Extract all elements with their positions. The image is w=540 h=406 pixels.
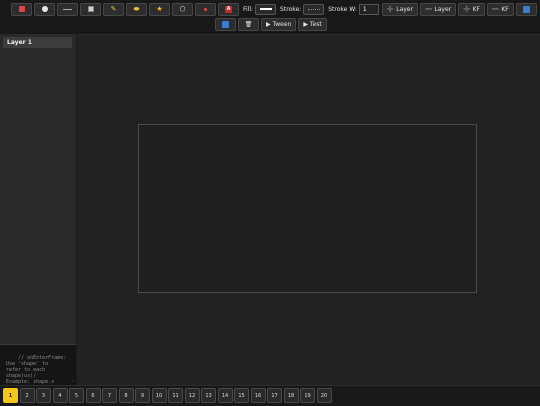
star-tool-button[interactable]: ★ [149,2,170,16]
timeline-frame[interactable]: 6 [85,388,101,403]
hexagon-icon: ⬡ [179,5,186,13]
timeline-frame[interactable]: 18 [283,388,299,403]
remove-layer-label: Layer [434,5,452,13]
fill-label: Fill: [243,5,254,13]
eraser-icon: ⬬ [133,4,140,13]
eraser-tool-button[interactable]: ⬬ [126,2,147,16]
square-icon [87,6,94,12]
script-text: // onEnterFrame: Use 'shape' to refer to… [6,355,67,385]
timeline: 1 2 3 4 5 6 7 8 9 10 11 12 13 14 15 16 17 18 19 20 [0,385,540,406]
canvas-area [77,34,540,385]
timeline-frame[interactable]: 5 [69,388,84,403]
toolbar-row-tools: ✎ ⬬ ★ ⬡ A Fill: Stroke: Stroke W: 1 ➕ La… [11,2,539,16]
timeline-frame[interactable]: 13 [201,388,216,403]
frame-list: 1 2 3 4 5 6 7 8 9 10 11 12 13 14 15 16 17 18 19 20 [3,388,333,403]
star-icon: ★ [156,5,163,13]
tween-label: Tween [272,20,292,28]
layers-panel: Layer 1 // onEnterFrame: Use 'shape' to … [0,34,77,385]
add-layer-button[interactable]: ➕ Layer [381,2,418,16]
timeline-frame[interactable]: 7 [102,388,117,403]
stroke-label: Stroke: [280,5,302,13]
timeline-frame[interactable]: 1 [3,388,18,403]
remove-layer-button[interactable]: ➖ Layer [419,2,457,16]
test-button[interactable]: ▶ Test [298,17,327,31]
fill-color-swatch[interactable] [255,3,277,15]
stroke-width-input[interactable]: 1 [358,3,379,15]
timeline-frame[interactable]: 20 [316,388,332,403]
polygon-tool-button[interactable]: ⬡ [172,2,193,16]
timeline-frame[interactable]: 11 [168,388,183,403]
add-layer-label: Layer [396,5,413,13]
text-icon: A [225,5,232,13]
plus-icon: ➕ [386,5,395,13]
refresh-icon [222,20,229,28]
play-icon: ▶ [303,20,308,28]
toolbar: ✎ ⬬ ★ ⬡ A Fill: Stroke: Stroke W: 1 ➕ La… [0,0,540,35]
minus-icon: ➖ [491,5,500,13]
box-tool-button[interactable] [80,2,101,16]
frame-script-editor[interactable]: // onEnterFrame: Use 'shape' to refer to… [0,344,76,385]
timeline-frame[interactable]: 4 [52,388,68,403]
point-tool-button[interactable] [195,2,216,16]
stroke-width-label: Stroke W: [328,5,357,13]
pencil-icon: ✎ [110,5,117,13]
stroke-color-swatch[interactable] [303,3,325,15]
timeline-frame[interactable]: 15 [234,388,249,403]
plus-icon: ➕ [463,5,471,13]
timeline-frame[interactable]: 14 [217,388,233,403]
timeline-frame[interactable]: 10 [151,388,167,403]
timeline-frame[interactable]: 17 [267,388,282,403]
play-icon: ▶ [266,20,271,28]
delete-button[interactable]: 🗑 [238,17,259,31]
timeline-frame[interactable]: 19 [300,388,315,403]
dot-icon [204,7,207,11]
add-keyframe-button[interactable]: ➕ KF [458,2,485,16]
copy-button[interactable] [515,2,537,16]
fill-color-bar [259,8,272,10]
text-tool-button[interactable]: A [218,2,239,16]
add-kf-label: KF [472,5,480,13]
trash-icon: 🗑 [244,20,253,28]
toolbar-row-actions: 🗑 ▶ Tween ▶ Test [215,17,329,31]
timeline-frame[interactable]: 12 [184,388,200,403]
circle-tool-button[interactable] [34,2,55,16]
stage-canvas[interactable] [138,124,477,293]
resize-handle-icon[interactable]: ⌟ [71,377,74,383]
rectangle-tool-button[interactable] [11,2,32,16]
remove-keyframe-button[interactable]: ➖ KF [486,2,514,16]
pen-tool-button[interactable]: ✎ [103,2,124,16]
timeline-frame[interactable]: 9 [135,388,150,403]
stroke-color-bar [307,8,320,10]
timeline-frame[interactable]: 16 [250,388,266,403]
line-icon [63,8,72,10]
refresh-button[interactable] [215,17,236,31]
red-square-icon [18,6,25,12]
line-tool-button[interactable] [57,2,78,16]
test-label: Test [309,20,322,28]
layer-name: Layer 1 [7,39,32,46]
timeline-frame[interactable]: 3 [36,388,51,403]
copy-icon [522,5,530,13]
remove-kf-label: KF [501,5,509,13]
circle-icon [41,6,48,12]
tween-button[interactable]: ▶ Tween [261,17,297,31]
timeline-frame[interactable]: 8 [118,388,134,403]
minus-icon: ➖ [424,5,433,13]
layer-item[interactable]: Layer 1 [3,37,72,48]
timeline-frame[interactable]: 2 [19,388,35,403]
